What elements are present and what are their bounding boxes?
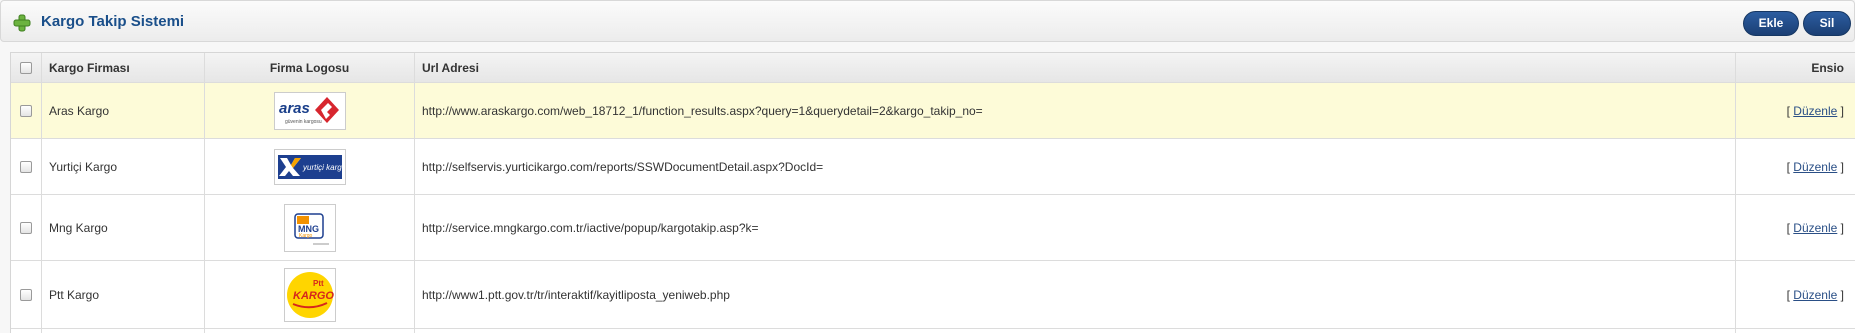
svg-text:Ptt: Ptt bbox=[313, 279, 324, 288]
column-header-url[interactable]: Url Adresi bbox=[415, 53, 1736, 82]
table-row[interactable]: Yurtiçi Kargo yurtiçi kargo http://selfs… bbox=[11, 139, 1855, 195]
yurtici-logo: yurtiçi kargo bbox=[273, 148, 346, 185]
url-text: http://selfservis.yurticikargo.com/repor… bbox=[415, 139, 1736, 194]
edit-link[interactable]: Düzenle bbox=[1793, 288, 1837, 302]
delete-button[interactable]: Sil bbox=[1803, 11, 1851, 36]
edit-link[interactable]: Düzenle bbox=[1793, 160, 1837, 174]
row-checkbox[interactable] bbox=[20, 104, 32, 117]
select-all-checkbox[interactable] bbox=[20, 61, 32, 74]
svg-text:yurtiçi kargo: yurtiçi kargo bbox=[302, 163, 342, 172]
svg-text:aras: aras bbox=[279, 100, 310, 117]
row-checkbox[interactable] bbox=[20, 160, 32, 173]
firm-name: Yurtiçi Kargo bbox=[42, 139, 205, 194]
cargo-table: Kargo Firması Firma Logosu Url Adresi En… bbox=[10, 52, 1855, 333]
column-header-actions: Ensio bbox=[1811, 60, 1844, 75]
mng-logo: MNG Kargo bbox=[283, 203, 336, 252]
column-header-logo[interactable]: Firma Logosu bbox=[205, 53, 415, 82]
page-title: Kargo Takip Sistemi bbox=[41, 13, 185, 30]
puzzle-plus-icon bbox=[13, 14, 31, 32]
firm-name: Aras Kargo bbox=[42, 83, 205, 138]
svg-text:Kargo: Kargo bbox=[299, 233, 313, 239]
svg-text:KARGO: KARGO bbox=[293, 290, 334, 302]
row-checkbox[interactable] bbox=[20, 221, 32, 234]
page-header: Kargo Takip Sistemi Ekle Sil bbox=[0, 0, 1855, 42]
add-button[interactable]: Ekle bbox=[1743, 11, 1799, 36]
firm-name: Mng Kargo bbox=[42, 195, 205, 260]
row-checkbox[interactable] bbox=[20, 288, 32, 301]
edit-link[interactable]: Düzenle bbox=[1793, 104, 1837, 118]
column-header-firm[interactable]: Kargo Firması bbox=[42, 53, 205, 82]
table-header-row: Kargo Firması Firma Logosu Url Adresi En… bbox=[11, 53, 1855, 83]
aras-logo: aras güvenin kargosu bbox=[273, 91, 346, 130]
url-text: http://service.mngkargo.com.tr/iactive/p… bbox=[415, 195, 1736, 260]
firm-name: Ptt Kargo bbox=[42, 261, 205, 328]
table-row[interactable]: Ptt Kargo Ptt KARGO http://www1.ptt.gov.… bbox=[11, 261, 1855, 329]
svg-text:güvenin kargosu: güvenin kargosu bbox=[285, 119, 322, 125]
table-row-partial bbox=[11, 329, 1855, 333]
url-text: http://www.araskargo.com/web_18712_1/fun… bbox=[415, 83, 1736, 138]
table-row[interactable]: Mng Kargo MNG Kargo http://service.mngka… bbox=[11, 195, 1855, 261]
url-text: http://www1.ptt.gov.tr/tr/interaktif/kay… bbox=[415, 261, 1736, 328]
ptt-logo: Ptt KARGO bbox=[283, 267, 336, 322]
edit-link[interactable]: Düzenle bbox=[1793, 221, 1837, 235]
table-row[interactable]: Aras Kargo aras güvenin kargosu http://w… bbox=[11, 83, 1855, 139]
